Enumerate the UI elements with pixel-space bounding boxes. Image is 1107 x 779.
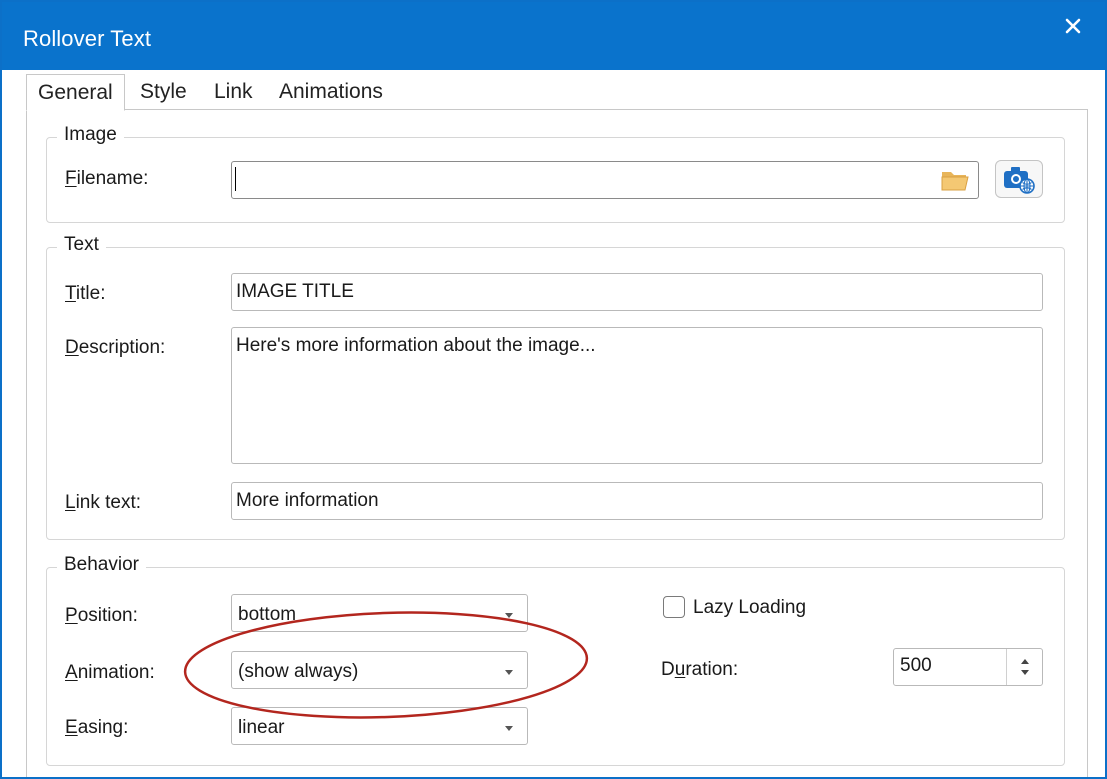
window-title: Rollover Text xyxy=(23,26,152,51)
close-button[interactable] xyxy=(1051,6,1095,46)
animation-select[interactable]: (show always) xyxy=(231,651,528,689)
tab-style[interactable]: Style xyxy=(132,74,195,110)
text-group-legend: Text xyxy=(57,234,106,256)
chevron-down-icon xyxy=(505,670,513,675)
behavior-group-legend: Behavior xyxy=(57,554,146,576)
description-label: Description: xyxy=(65,337,166,358)
browse-file-button[interactable] xyxy=(935,165,975,195)
general-tab-panel: Image Filename: Text Title: IMAGE TITLE … xyxy=(26,109,1088,777)
tab-general[interactable]: General xyxy=(26,74,125,111)
image-group: Image Filename: xyxy=(46,124,1065,223)
easing-select[interactable]: linear xyxy=(231,707,528,745)
title-input[interactable]: IMAGE TITLE xyxy=(231,273,1043,311)
lazy-loading-checkbox[interactable] xyxy=(663,596,685,618)
tab-link[interactable]: Link xyxy=(206,74,261,110)
filename-label: Filename: xyxy=(65,168,149,189)
close-icon xyxy=(1065,18,1081,34)
animation-label: Animation: xyxy=(65,662,155,683)
online-image-button[interactable] xyxy=(995,160,1043,198)
chevron-down-icon xyxy=(505,613,513,618)
duration-input[interactable]: 500 xyxy=(894,649,1006,685)
title-bar: Rollover Text xyxy=(2,2,1105,70)
camera-web-icon xyxy=(1004,167,1035,194)
text-caret xyxy=(235,167,236,191)
tab-animations[interactable]: Animations xyxy=(271,74,391,110)
duration-spinner: 500 xyxy=(893,648,1043,686)
lazy-loading-label[interactable]: Lazy Loading xyxy=(693,597,806,619)
text-group: Text Title: IMAGE TITLE Description: Her… xyxy=(46,234,1065,540)
position-select[interactable]: bottom xyxy=(231,594,528,632)
title-label: Title: xyxy=(65,283,106,304)
spin-arrows-icon xyxy=(1021,659,1029,675)
rollover-text-dialog: Rollover Text General Style Link Animati… xyxy=(0,0,1107,779)
duration-stepper[interactable] xyxy=(1006,649,1043,685)
link-text-input[interactable]: More information xyxy=(231,482,1043,520)
easing-label: Easing: xyxy=(65,717,129,738)
duration-label: Duration: xyxy=(661,659,739,680)
description-textarea[interactable]: Here's more information about the image.… xyxy=(231,327,1043,464)
filename-input[interactable] xyxy=(231,161,979,199)
chevron-down-icon xyxy=(505,726,513,731)
folder-open-icon xyxy=(941,172,969,191)
link-text-label: Link text: xyxy=(65,492,142,513)
tab-strip: General Style Link Animations xyxy=(26,74,1086,111)
position-label: Position: xyxy=(65,605,138,626)
behavior-group: Behavior Position: bottom Animation: (sh… xyxy=(46,554,1065,766)
image-group-legend: Image xyxy=(57,124,124,146)
